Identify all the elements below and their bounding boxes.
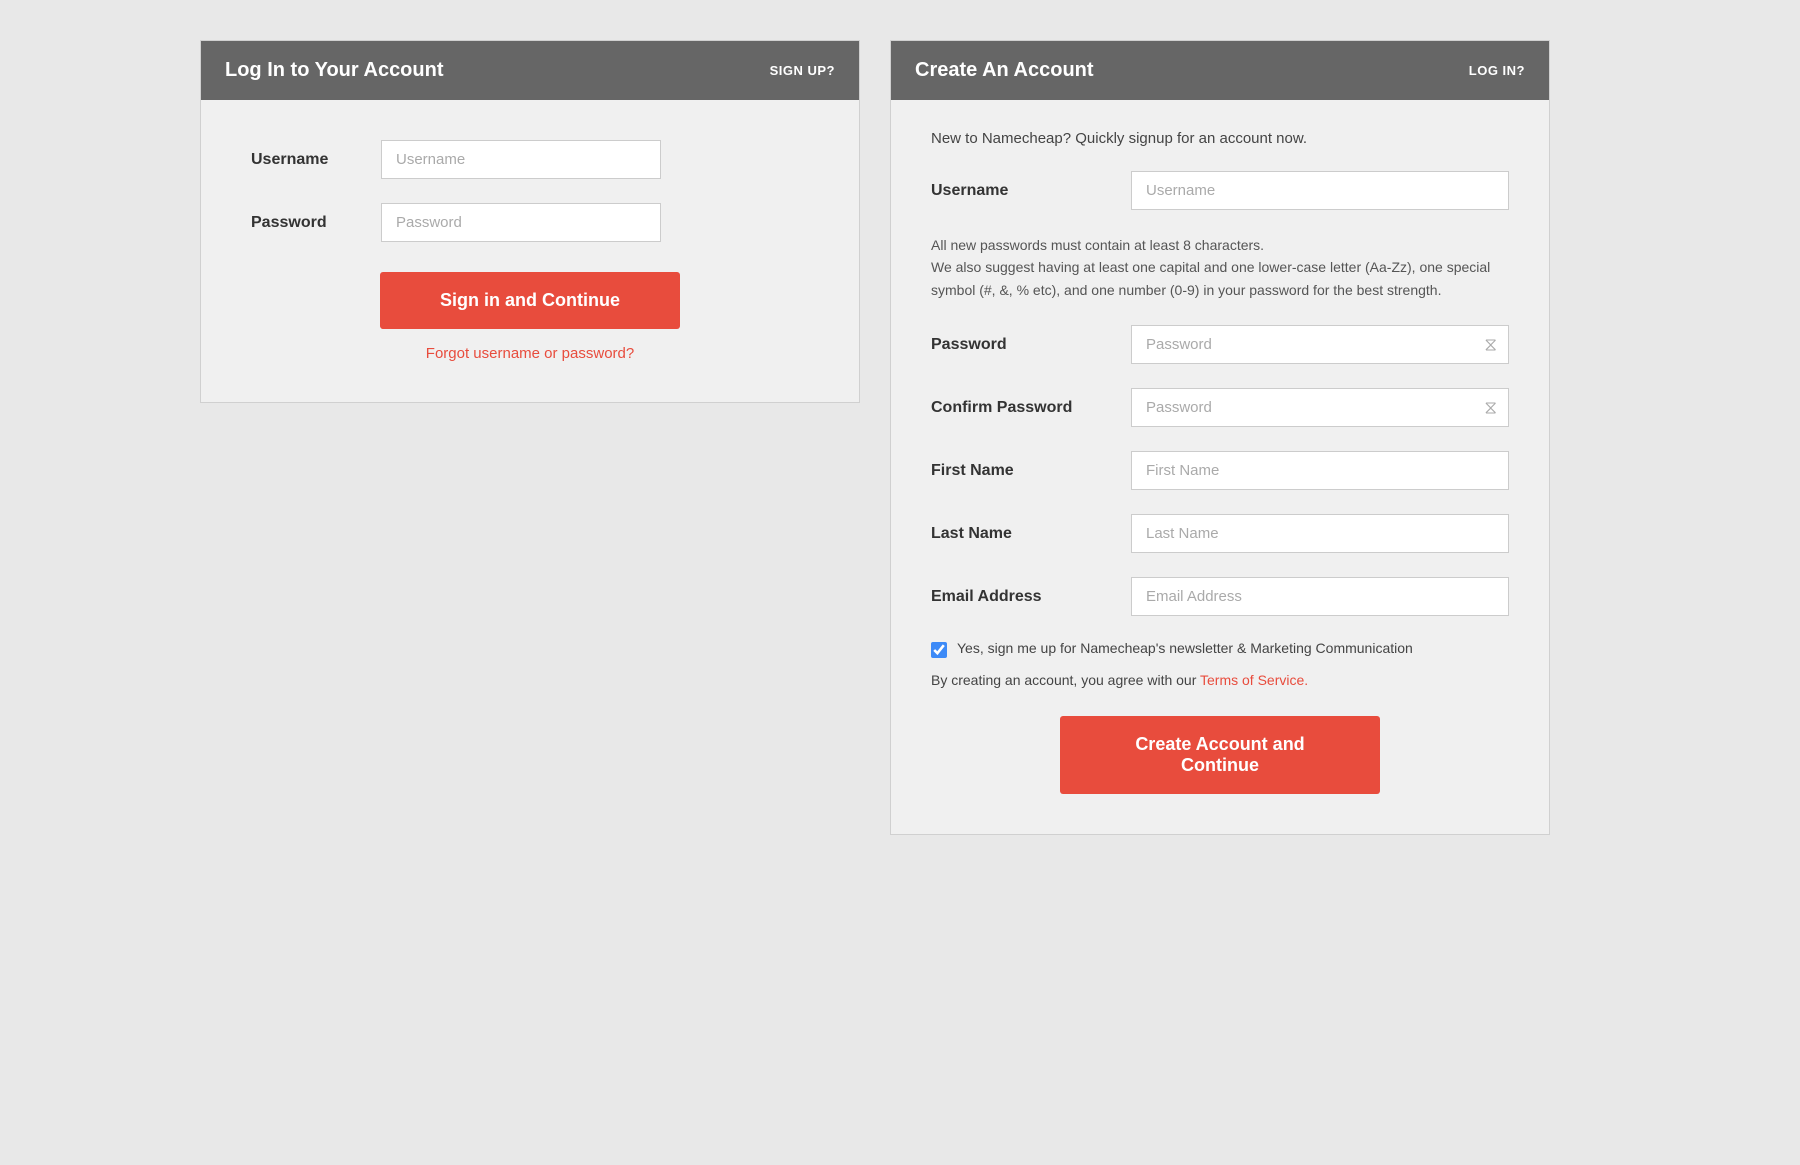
password-toggle-icon[interactable]: ⧖ bbox=[1484, 334, 1497, 355]
forgot-link[interactable]: Forgot username or password? bbox=[251, 345, 809, 362]
password-row: Password bbox=[251, 203, 809, 242]
confirm-password-toggle-icon[interactable]: ⧖ bbox=[1484, 397, 1497, 418]
login-body: Username Password Sign in and Continue F… bbox=[201, 100, 859, 402]
newsletter-label[interactable]: Yes, sign me up for Namecheap's newslett… bbox=[957, 640, 1413, 656]
first-name-row: First Name bbox=[931, 451, 1509, 490]
username-label: Username bbox=[251, 151, 381, 169]
confirm-password-row: Confirm Password ⧖ bbox=[931, 388, 1509, 427]
confirm-password-input[interactable] bbox=[1131, 388, 1509, 427]
username-input[interactable] bbox=[381, 140, 661, 179]
signup-password-input[interactable] bbox=[1131, 325, 1509, 364]
login-title: Log In to Your Account bbox=[225, 59, 444, 82]
email-wrapper bbox=[1131, 577, 1509, 616]
signup-username-row: Username bbox=[931, 171, 1509, 210]
signup-username-wrapper bbox=[1131, 171, 1509, 210]
signup-username-label: Username bbox=[931, 182, 1131, 200]
signup-intro: New to Namecheap? Quickly signup for an … bbox=[931, 130, 1509, 147]
signup-username-input[interactable] bbox=[1131, 171, 1509, 210]
signup-password-label: Password bbox=[931, 336, 1131, 354]
confirm-password-label: Confirm Password bbox=[931, 399, 1131, 417]
page-container: Log In to Your Account SIGN UP? Username… bbox=[200, 40, 1600, 835]
login-link[interactable]: LOG IN? bbox=[1469, 63, 1525, 78]
newsletter-checkbox[interactable] bbox=[931, 642, 947, 658]
last-name-row: Last Name bbox=[931, 514, 1509, 553]
signup-password-wrapper: ⧖ bbox=[1131, 325, 1509, 364]
signup-title: Create An Account bbox=[915, 59, 1094, 82]
signup-link[interactable]: SIGN UP? bbox=[770, 63, 835, 78]
confirm-password-wrapper: ⧖ bbox=[1131, 388, 1509, 427]
email-label: Email Address bbox=[931, 588, 1131, 606]
terms-link[interactable]: Terms of Service. bbox=[1200, 672, 1308, 688]
signup-password-row: Password ⧖ bbox=[931, 325, 1509, 364]
first-name-input[interactable] bbox=[1131, 451, 1509, 490]
last-name-label: Last Name bbox=[931, 525, 1131, 543]
create-account-button[interactable]: Create Account and Continue bbox=[1060, 716, 1380, 794]
login-panel: Log In to Your Account SIGN UP? Username… bbox=[200, 40, 860, 403]
signup-panel: Create An Account LOG IN? New to Nameche… bbox=[890, 40, 1550, 835]
email-row: Email Address bbox=[931, 577, 1509, 616]
login-header: Log In to Your Account SIGN UP? bbox=[201, 41, 859, 100]
password-input[interactable] bbox=[381, 203, 661, 242]
signup-header: Create An Account LOG IN? bbox=[891, 41, 1549, 100]
first-name-label: First Name bbox=[931, 462, 1131, 480]
username-row: Username bbox=[251, 140, 809, 179]
first-name-wrapper bbox=[1131, 451, 1509, 490]
last-name-input[interactable] bbox=[1131, 514, 1509, 553]
signin-button[interactable]: Sign in and Continue bbox=[380, 272, 680, 329]
terms-text: By creating an account, you agree with o… bbox=[931, 672, 1509, 688]
last-name-wrapper bbox=[1131, 514, 1509, 553]
email-input[interactable] bbox=[1131, 577, 1509, 616]
password-hint: All new passwords must contain at least … bbox=[931, 234, 1509, 301]
password-label: Password bbox=[251, 214, 381, 232]
newsletter-row: Yes, sign me up for Namecheap's newslett… bbox=[931, 640, 1509, 658]
signup-body: New to Namecheap? Quickly signup for an … bbox=[891, 100, 1549, 834]
